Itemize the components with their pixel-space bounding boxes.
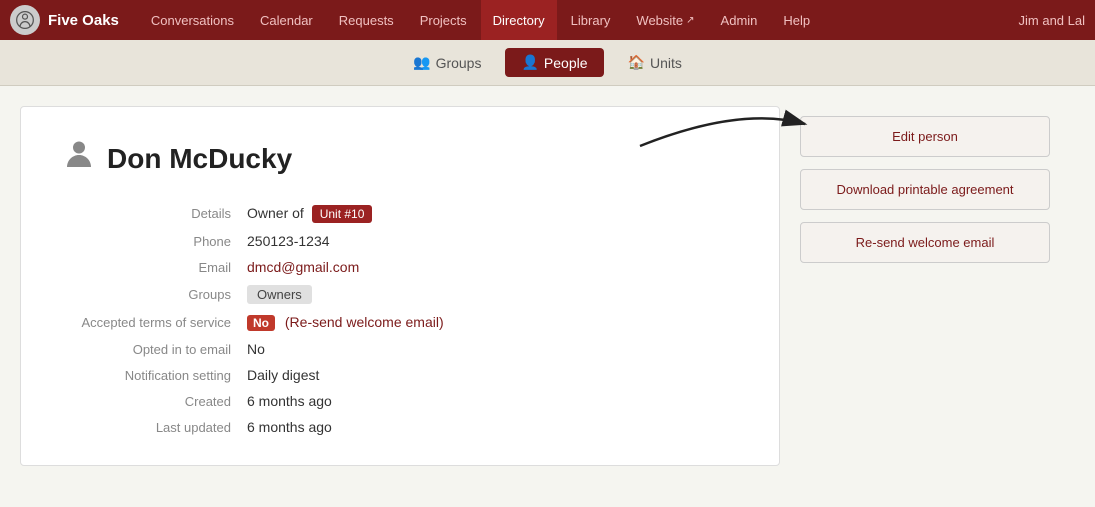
nav-calendar[interactable]: Calendar [248, 0, 325, 40]
email-label: Email [61, 260, 231, 275]
notification-label: Notification setting [61, 368, 231, 383]
person-card: Don McDucky Details Owner of Unit #10 Ph… [20, 106, 780, 466]
updated-value: 6 months ago [247, 419, 739, 435]
created-value: 6 months ago [247, 393, 739, 409]
subnav-groups-label: Groups [436, 55, 482, 71]
group-badge[interactable]: Owners [247, 285, 312, 304]
nav-admin[interactable]: Admin [709, 0, 770, 40]
nav-conversations[interactable]: Conversations [139, 0, 246, 40]
person-name: Don McDucky [107, 143, 292, 175]
units-icon: 🏠 [628, 54, 645, 71]
tos-label: Accepted terms of service [61, 315, 231, 330]
actions-container: Edit person Download printable agreement… [800, 106, 1050, 466]
download-agreement-button[interactable]: Download printable agreement [800, 169, 1050, 210]
tos-no-badge: No [247, 315, 275, 331]
site-name: Five Oaks [48, 12, 119, 29]
nav-requests[interactable]: Requests [327, 0, 406, 40]
logo-area[interactable]: Five Oaks [10, 5, 119, 35]
person-header: Don McDucky [61, 137, 739, 181]
phone-label: Phone [61, 234, 231, 249]
top-nav: Five Oaks Conversations Calendar Request… [0, 0, 1095, 40]
user-menu[interactable]: Jim and Lal [1019, 13, 1085, 28]
nav-website[interactable]: Website ↗ [624, 0, 706, 40]
people-icon: 👤 [521, 54, 538, 71]
logo-icon [10, 5, 40, 35]
details-label: Details [61, 206, 231, 221]
subnav-groups[interactable]: 👥 Groups [397, 48, 497, 77]
nav-help[interactable]: Help [771, 0, 822, 40]
opted-value: No [247, 341, 739, 357]
nav-library[interactable]: Library [559, 0, 623, 40]
main-content: Don McDucky Details Owner of Unit #10 Ph… [0, 86, 1095, 486]
email-value: dmcd@gmail.com [247, 259, 739, 275]
subnav-people[interactable]: 👤 People [505, 48, 603, 77]
groups-icon: 👥 [413, 54, 430, 71]
person-details: Details Owner of Unit #10 Phone 250123-1… [61, 205, 739, 435]
groups-value: Owners [247, 285, 739, 304]
phone-value: 250123-1234 [247, 233, 739, 249]
resend-welcome-button[interactable]: Re-send welcome email [800, 222, 1050, 263]
resend-email-link[interactable]: (Re-send welcome email) [285, 314, 444, 330]
edit-person-button[interactable]: Edit person [800, 116, 1050, 157]
nav-directory[interactable]: Directory [481, 0, 557, 40]
nav-items: Conversations Calendar Requests Projects… [139, 0, 1019, 40]
email-link[interactable]: dmcd@gmail.com [247, 259, 359, 275]
groups-label: Groups [61, 287, 231, 302]
tos-value: No (Re-send welcome email) [247, 314, 739, 331]
actions-panel: Edit person Download printable agreement… [800, 106, 1050, 263]
person-avatar-icon [61, 137, 97, 181]
owner-text: Owner of [247, 205, 304, 221]
sub-nav: 👥 Groups 👤 People 🏠 Units [0, 40, 1095, 86]
opted-label: Opted in to email [61, 342, 231, 357]
notification-value: Daily digest [247, 367, 739, 383]
details-value: Owner of Unit #10 [247, 205, 739, 223]
subnav-units[interactable]: 🏠 Units [612, 48, 698, 77]
created-label: Created [61, 394, 231, 409]
unit-badge[interactable]: Unit #10 [312, 205, 373, 223]
subnav-units-label: Units [650, 55, 682, 71]
nav-projects[interactable]: Projects [408, 0, 479, 40]
subnav-people-label: People [544, 55, 588, 71]
external-link-icon: ↗ [686, 15, 694, 26]
updated-label: Last updated [61, 420, 231, 435]
